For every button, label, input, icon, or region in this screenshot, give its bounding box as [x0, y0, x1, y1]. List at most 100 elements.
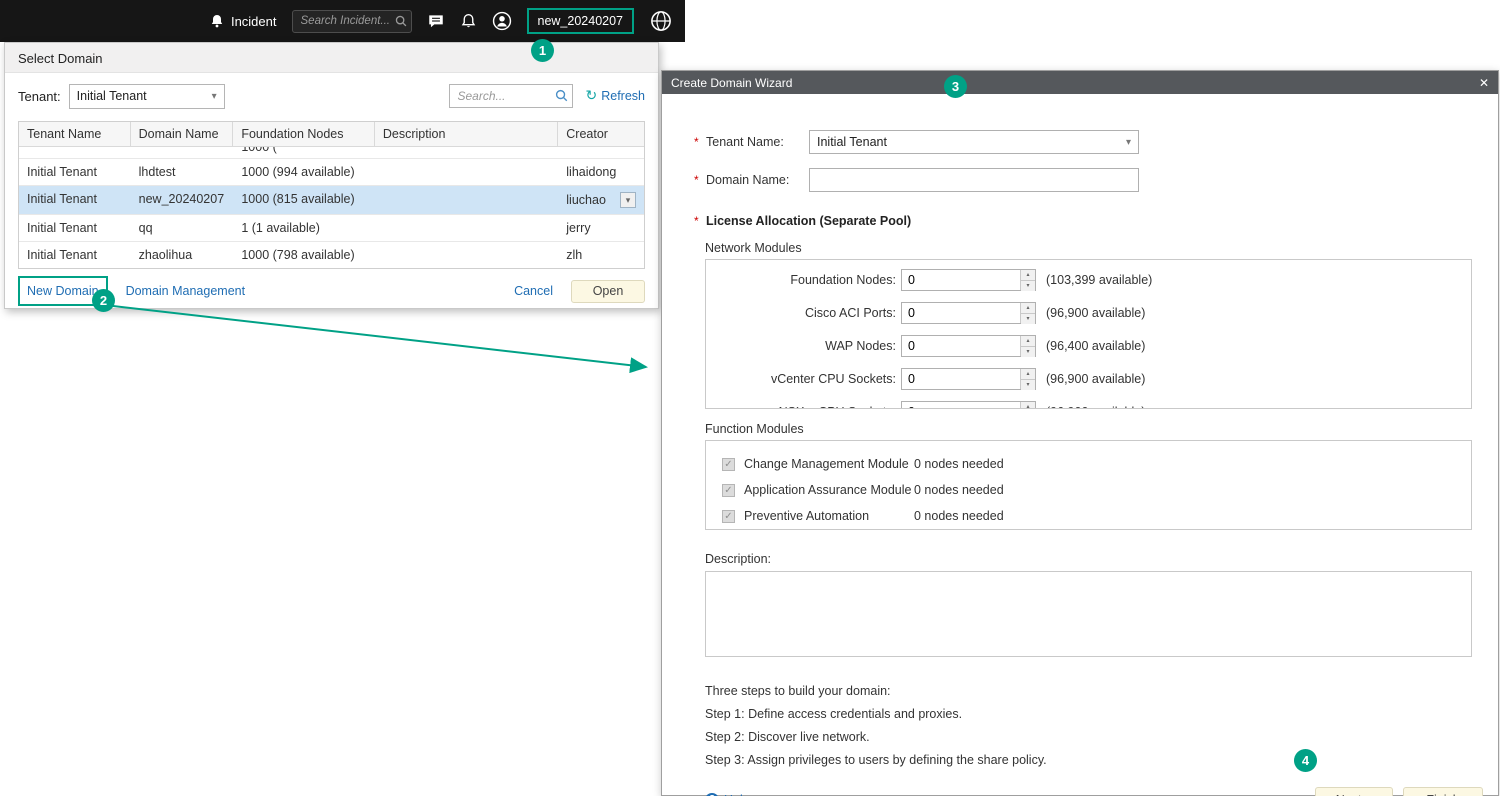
spinner-down-icon[interactable]: ▾	[1021, 347, 1035, 357]
spinner-down-icon[interactable]: ▾	[1021, 380, 1035, 390]
current-domain-button[interactable]: new_20240207	[527, 8, 635, 34]
spinner-up-icon[interactable]: ▴	[1021, 369, 1035, 380]
cell-domain: qq	[131, 215, 234, 241]
cell-nodes: 1000 (798 available)	[233, 242, 375, 268]
application-assurance-module-label: Application Assurance Module	[744, 483, 914, 497]
function-module-row: ✓ Preventive Automation 0 nodes needed	[722, 503, 1471, 529]
cancel-link[interactable]: Cancel	[514, 284, 553, 298]
foundation-nodes-available: (103,399 available)	[1046, 273, 1152, 287]
row-actions-dropdown[interactable]: ▾	[620, 192, 636, 208]
cell-nodes: 1000 (994 available)	[233, 159, 375, 185]
user-account-button[interactable]	[492, 11, 512, 31]
license-section-row: * License Allocation (Separate Pool)	[694, 214, 1498, 228]
table-row[interactable]: Initial Tenant zhaolihua 1000 (798 avail…	[19, 242, 644, 268]
tenant-label: Tenant:	[18, 89, 61, 104]
col-tenant-name[interactable]: Tenant Name	[19, 122, 131, 146]
cell-nodes: 1000 (815 available)	[233, 186, 375, 214]
domain-search	[449, 84, 573, 108]
cell-tenant: Initial Tenant	[19, 186, 131, 214]
spinner-down-icon[interactable]: ▾	[1021, 314, 1035, 324]
top-navbar: Incident new_20240207	[0, 0, 685, 42]
change-management-nodes-needed: 0 nodes needed	[914, 457, 1004, 471]
col-domain-name[interactable]: Domain Name	[131, 122, 234, 146]
tenant-select[interactable]: Initial Tenant ▾	[69, 84, 225, 109]
cell-domain: new_20240207	[131, 186, 234, 214]
cell-creator: liuchao	[566, 193, 606, 207]
wizard-titlebar: Create Domain Wizard ✕	[662, 71, 1498, 94]
vcenter-cpu-sockets-available: (96,900 available)	[1046, 372, 1145, 386]
cell-domain: lhdtest	[131, 159, 234, 185]
messages-button[interactable]	[427, 12, 445, 30]
notifications-button[interactable]	[460, 13, 477, 30]
function-module-row: ✓ Change Management Module 0 nodes neede…	[722, 451, 1471, 477]
cisco-aci-ports-available: (96,900 available)	[1046, 306, 1145, 320]
search-icon[interactable]	[394, 14, 408, 28]
foundation-nodes-input[interactable]	[902, 270, 1020, 290]
spinner-up-icon[interactable]: ▴	[1021, 336, 1035, 347]
network-module-row: NSX-v CPU Sockets: ▴▾ (96,900 available)	[706, 401, 1471, 409]
table-row[interactable]: Initial Tenant lhdtest 1000 (994 availab…	[19, 159, 644, 186]
refresh-button[interactable]: ↻ Refresh	[585, 88, 645, 104]
required-icon: *	[694, 173, 706, 187]
spinner-down-icon[interactable]: ▾	[1021, 281, 1035, 291]
wizard-steps-text: Three steps to build your domain: Step 1…	[705, 684, 1498, 767]
chevron-down-icon: ▾	[212, 91, 217, 102]
required-icon: *	[694, 135, 706, 149]
preventive-automation-label: Preventive Automation	[744, 509, 914, 523]
finish-button[interactable]: Finish	[1403, 787, 1483, 796]
next-button[interactable]: Next >	[1315, 787, 1393, 796]
domain-name-input[interactable]	[809, 168, 1139, 192]
cell-creator: zlh	[566, 248, 582, 262]
wizard-tenant-value: Initial Tenant	[817, 135, 887, 149]
annotation-step-3: 3	[944, 75, 967, 98]
vcenter-cpu-sockets-input[interactable]	[902, 369, 1020, 389]
new-domain-link[interactable]: New Domain	[27, 284, 99, 298]
domain-management-link[interactable]: Domain Management	[126, 284, 246, 298]
cisco-aci-ports-input[interactable]	[902, 303, 1020, 323]
nsx-v-cpu-sockets-label: NSX-v CPU Sockets:	[706, 405, 901, 409]
preventive-automation-nodes-needed: 0 nodes needed	[914, 509, 1004, 523]
description-textarea[interactable]	[705, 571, 1472, 657]
application-assurance-nodes-needed: 0 nodes needed	[914, 483, 1004, 497]
wap-nodes-input[interactable]	[902, 336, 1020, 356]
checkbox-checked-icon[interactable]: ✓	[722, 510, 735, 523]
col-foundation-nodes[interactable]: Foundation Nodes	[233, 122, 375, 146]
nsx-v-cpu-sockets-stepper: ▴▾	[901, 401, 1036, 409]
network-modules-label: Network Modules	[705, 241, 1498, 255]
spinner-up-icon[interactable]: ▴	[1021, 303, 1035, 314]
tenant-name-label: Tenant Name:	[706, 135, 809, 149]
wizard-tenant-select[interactable]: Initial Tenant ▾	[809, 130, 1139, 154]
network-module-row: Cisco ACI Ports: ▴▾ (96,900 available)	[706, 302, 1471, 324]
spinner-up-icon[interactable]: ▴	[1021, 270, 1035, 281]
tenant-select-value: Initial Tenant	[77, 89, 147, 103]
annotation-step-2: 2	[92, 289, 115, 312]
partial-nodes-cell: 1000 (	[233, 147, 375, 158]
screen: Incident new_20240207 Select Domain Tena…	[0, 0, 1500, 796]
search-icon[interactable]	[554, 88, 569, 103]
cell-description	[375, 242, 558, 268]
function-module-row: ✓ Application Assurance Module 0 nodes n…	[722, 477, 1471, 503]
spinner-up-icon[interactable]: ▴	[1021, 402, 1035, 409]
open-button[interactable]: Open	[571, 280, 645, 303]
cell-tenant: Initial Tenant	[19, 242, 131, 268]
tenant-name-row: * Tenant Name: Initial Tenant ▾	[694, 130, 1498, 154]
table-row-partial[interactable]: 1000 (	[19, 147, 644, 159]
checkbox-checked-icon[interactable]: ✓	[722, 484, 735, 497]
network-module-row: vCenter CPU Sockets: ▴▾ (96,900 availabl…	[706, 368, 1471, 390]
vcenter-cpu-sockets-stepper: ▴▾	[901, 368, 1036, 390]
table-row-selected[interactable]: Initial Tenant new_20240207 1000 (815 av…	[19, 186, 644, 215]
refresh-label: Refresh	[601, 89, 645, 103]
support-button[interactable]	[649, 9, 673, 33]
domain-table-header: Tenant Name Domain Name Foundation Nodes…	[19, 122, 644, 147]
cell-creator: jerry	[566, 221, 590, 235]
col-description[interactable]: Description	[375, 122, 558, 146]
close-icon[interactable]: ✕	[1479, 76, 1489, 90]
col-creator[interactable]: Creator	[558, 122, 644, 146]
incident-menu[interactable]: Incident	[209, 13, 277, 29]
incident-label: Incident	[231, 14, 277, 29]
wap-nodes-available: (96,400 available)	[1046, 339, 1145, 353]
nsx-v-cpu-sockets-input[interactable]	[902, 402, 1020, 409]
cisco-aci-ports-stepper: ▴▾	[901, 302, 1036, 324]
table-row[interactable]: Initial Tenant qq 1 (1 available) jerry	[19, 215, 644, 242]
checkbox-checked-icon[interactable]: ✓	[722, 458, 735, 471]
